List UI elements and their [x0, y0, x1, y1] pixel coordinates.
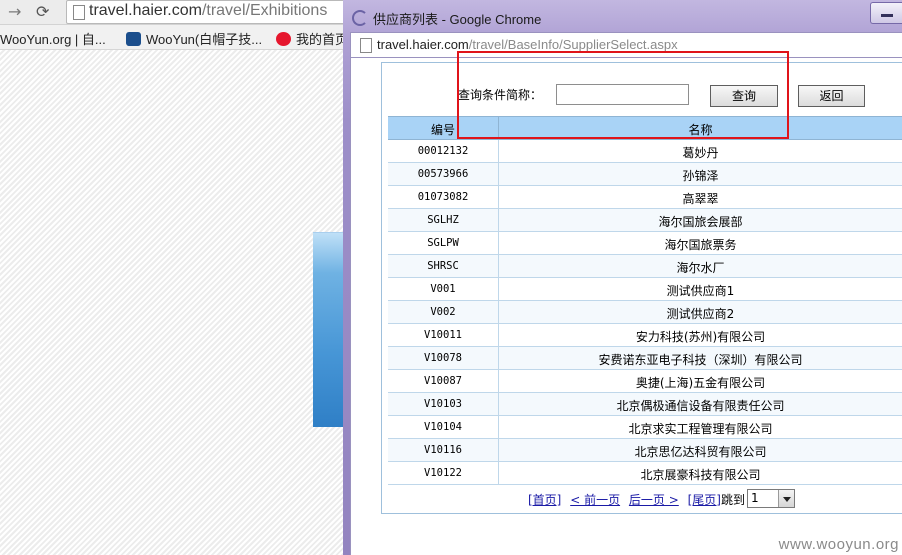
background-blue-panel [313, 232, 345, 427]
supplier-name-cell: 测试供应商1 [666, 284, 735, 298]
page-select-value: 1 [751, 491, 759, 505]
query-abbreviation-input[interactable] [556, 84, 689, 105]
forward-arrow-icon[interactable]: → [8, 2, 21, 21]
table-row[interactable]: SGLHZ 海尔国旅会展部 [388, 209, 902, 232]
popup-url: travel.haier.com/travel/BaseInfo/Supplie… [377, 37, 678, 52]
table-header-row: 编号 名称 [388, 116, 902, 140]
supplier-id-cell: 00012132 [417, 145, 469, 157]
weibo-icon [276, 32, 291, 46]
supplier-name-cell: 北京展豪科技有限公司 [640, 468, 761, 482]
supplier-name-cell: 测试供应商2 [666, 307, 735, 321]
loading-spinner-icon [352, 10, 368, 26]
supplier-name-cell: 奥捷(上海)五金有限公司 [635, 376, 766, 390]
search-button[interactable]: 查询 [710, 85, 778, 107]
supplier-name-cell: 安力科技(苏州)有限公司 [635, 330, 766, 344]
supplier-id-cell: V002 [430, 306, 456, 318]
supplier-id-cell: 00573966 [417, 168, 469, 180]
supplier-table: 编号 名称 00012132 葛妙丹 00573966 孙锦泽 01073082 高翠翠 S… [388, 116, 902, 485]
supplier-name-cell: 北京思亿达科贸有限公司 [634, 445, 767, 459]
supplier-id-cell: V10104 [424, 421, 462, 433]
supplier-id-cell: V001 [430, 283, 456, 295]
background-page-content [0, 50, 345, 555]
pager-last-link[interactable]: [尾页] [688, 493, 721, 507]
pager-prev-link[interactable]: < 前一页 [570, 493, 620, 507]
supplier-id-cell: 01073082 [417, 191, 469, 203]
table-row[interactable]: SHRSC 海尔水厂 [388, 255, 902, 278]
pager-first-link[interactable]: [首页] [528, 493, 561, 507]
table-row[interactable]: SGLPW 海尔国旅票务 [388, 232, 902, 255]
table-row[interactable]: 01073082 高翠翠 [388, 186, 902, 209]
supplier-name-cell: 孙锦泽 [682, 169, 719, 183]
table-row[interactable]: 00012132 葛妙丹 [388, 140, 902, 163]
dropdown-arrow-icon[interactable] [778, 490, 794, 507]
column-header-name[interactable]: 名称 [499, 121, 902, 138]
pager: [首页] < 前一页 后一页 > [尾页]跳到 [528, 491, 745, 508]
table-row[interactable]: V10122 北京展豪科技有限公司 [388, 462, 902, 485]
supplier-id-cell: V10011 [424, 329, 462, 341]
supplier-name-cell: 北京求实工程管理有限公司 [628, 422, 773, 436]
supplier-name-cell: 海尔水厂 [676, 261, 725, 275]
background-address-bar[interactable]: travel.haier.com/travel/Exhibitions [66, 0, 368, 24]
table-row[interactable]: V10087 奥捷(上海)五金有限公司 [388, 370, 902, 393]
url-path: /travel/BaseInfo/SupplierSelect.aspx [468, 37, 678, 52]
table-row[interactable]: V10104 北京求实工程管理有限公司 [388, 416, 902, 439]
supplier-name-cell: 高翠翠 [682, 192, 719, 206]
url-host: travel.haier.com [377, 37, 469, 52]
query-label: 查询条件简称： [458, 88, 543, 102]
table-row[interactable]: V10011 安力科技(苏州)有限公司 [388, 324, 902, 347]
popup-address-bar[interactable]: travel.haier.com/travel/BaseInfo/Supplie… [350, 32, 902, 58]
column-header-id[interactable]: 编号 [388, 121, 498, 138]
url-host: travel.haier.com [89, 2, 202, 19]
supplier-name-cell: 葛妙丹 [682, 146, 719, 160]
supplier-id-cell: SGLPW [427, 237, 459, 249]
background-url: travel.haier.com/travel/Exhibitions [89, 2, 327, 20]
supplier-name-cell: 海尔国旅会展部 [658, 215, 743, 229]
supplier-id-cell: SGLHZ [427, 214, 459, 226]
bookmark-wooyun-whitehat[interactable]: WooYun(白帽子技... [126, 29, 262, 48]
wooyun-icon [126, 32, 141, 46]
bookmark-wooyun-org[interactable]: WooYun.org | 自... [0, 29, 106, 48]
supplier-id-cell: V10087 [424, 375, 462, 387]
supplier-id-cell: SHRSC [427, 260, 459, 272]
table-row[interactable]: 00573966 孙锦泽 [388, 163, 902, 186]
url-path: /travel/Exhibitions [201, 2, 328, 19]
table-row[interactable]: V10103 北京偶极通信设备有限责任公司 [388, 393, 902, 416]
table-body: 00012132 葛妙丹 00573966 孙锦泽 01073082 高翠翠 SGLHZ 海尔… [388, 140, 902, 485]
table-row[interactable]: V002 测试供应商2 [388, 301, 902, 324]
page-select[interactable]: 1 [747, 489, 795, 508]
supplier-id-cell: V10122 [424, 467, 462, 479]
supplier-name-cell: 海尔国旅票务 [664, 238, 737, 252]
bookmark-label: WooYun(白帽子技... [146, 32, 263, 47]
supplier-id-cell: V10116 [424, 444, 462, 456]
table-row[interactable]: V10116 北京思亿达科贸有限公司 [388, 439, 902, 462]
reload-icon[interactable]: ⟳ [36, 2, 49, 21]
popup-window-title: 供应商列表 - Google Chrome [373, 12, 542, 27]
page-icon [73, 5, 85, 20]
bookmark-label: 我的首页 [296, 32, 349, 47]
table-row[interactable]: V10078 安费诺东亚电子科技（深圳）有限公司 [388, 347, 902, 370]
bookmark-my-homepage[interactable]: 我的首页 [276, 29, 348, 48]
watermark: www.wooyun.org [778, 536, 899, 553]
supplier-name-cell: 北京偶极通信设备有限责任公司 [616, 399, 785, 413]
supplier-name-cell: 安费诺东亚电子科技（深圳）有限公司 [598, 353, 803, 367]
pager-next-link[interactable]: 后一页 > [629, 493, 679, 507]
pager-jump-label: 跳到 [720, 493, 745, 507]
back-button[interactable]: 返回 [798, 85, 865, 107]
minimize-button[interactable] [870, 2, 902, 24]
supplier-id-cell: V10078 [424, 352, 462, 364]
page-icon [360, 38, 372, 53]
supplier-id-cell: V10103 [424, 398, 462, 410]
table-row[interactable]: V001 测试供应商1 [388, 278, 902, 301]
